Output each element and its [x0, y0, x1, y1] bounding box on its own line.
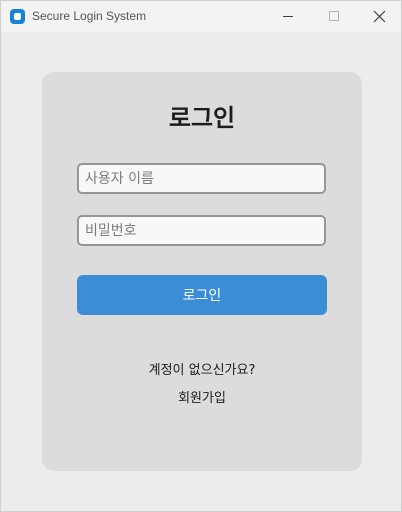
- password-input[interactable]: [77, 215, 326, 246]
- signup-link[interactable]: 회원가입: [42, 387, 362, 406]
- app-logo-icon: [10, 9, 25, 24]
- maximize-button[interactable]: [311, 1, 357, 32]
- minimize-icon: [283, 16, 293, 17]
- close-button[interactable]: [357, 1, 402, 32]
- login-heading: 로그인: [168, 104, 236, 132]
- login-card: 로그인 로그인 계정이 없으신가요? 회원가입: [42, 72, 362, 471]
- window-title: Secure Login System: [32, 9, 147, 23]
- username-input[interactable]: [77, 163, 326, 194]
- app-window: Secure Login System 로그인 로그인 계정이 없으신가요? 회…: [0, 0, 402, 512]
- no-account-text: 계정이 없으신가요?: [148, 363, 256, 378]
- close-icon: [373, 10, 386, 23]
- maximize-icon: [329, 11, 339, 21]
- login-button[interactable]: 로그인: [77, 275, 327, 315]
- title-bar[interactable]: Secure Login System: [1, 1, 401, 32]
- minimize-button[interactable]: [265, 1, 311, 32]
